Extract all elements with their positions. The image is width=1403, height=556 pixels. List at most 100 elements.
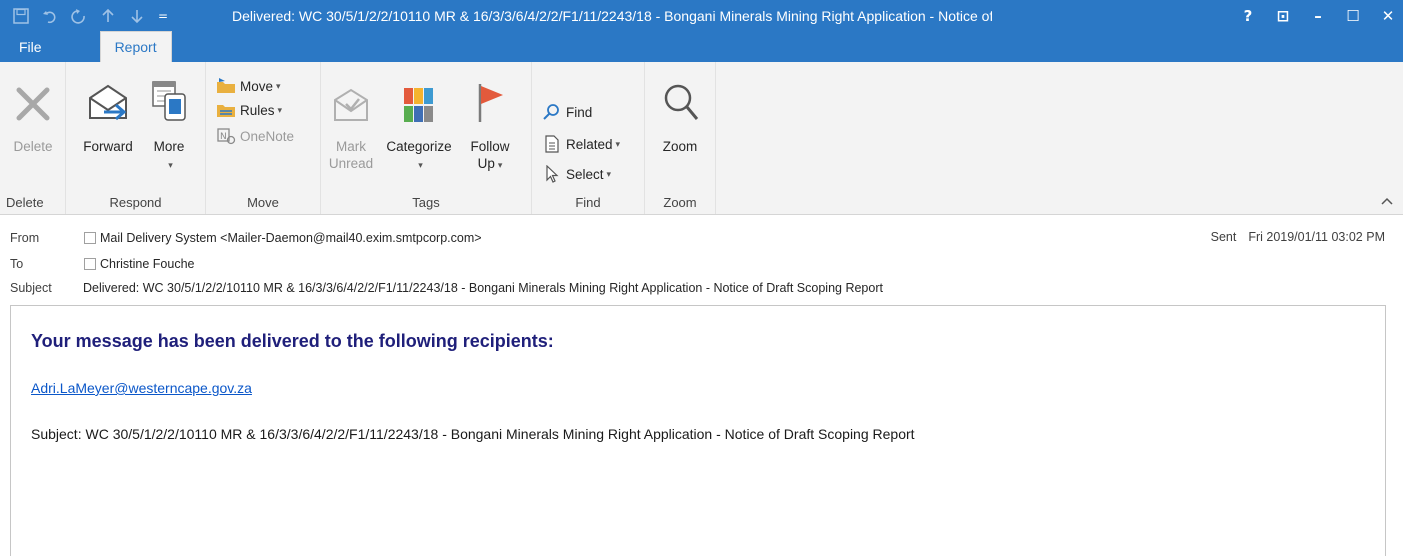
more-respond-caret: ▾ xyxy=(168,160,173,170)
redo-icon[interactable] xyxy=(67,4,91,28)
rules-button[interactable]: Rules ▾ xyxy=(216,98,282,122)
group-label-respond: Respond xyxy=(109,195,162,210)
close-icon[interactable]: ✕ xyxy=(1373,0,1403,31)
mark-unread-label-line2: Unread xyxy=(328,156,374,171)
follow-up-label-text: Up xyxy=(477,156,495,171)
help-icon[interactable]: ? xyxy=(1233,0,1263,31)
group-label-tags: Tags xyxy=(412,195,440,210)
categorize-icon xyxy=(379,68,459,124)
more-respond-button[interactable]: More ▾ xyxy=(146,68,192,174)
related-button-label: Related xyxy=(566,136,613,152)
find-button-label: Find xyxy=(566,104,593,120)
collapse-ribbon-icon[interactable] xyxy=(1381,194,1393,208)
mark-unread-envelope-icon xyxy=(327,68,375,124)
from-row: From Mail Delivery System <Mailer-Daemon… xyxy=(10,228,482,248)
ribbon-group-tags: Mark Unread Categorize ▾ Follow Up ▾ Tag… xyxy=(321,62,532,214)
mark-unread-label-line1: Mark xyxy=(336,139,366,154)
related-document-icon xyxy=(542,135,562,153)
related-button[interactable]: Related ▾ xyxy=(542,132,620,156)
tab-file[interactable]: File xyxy=(4,32,57,62)
move-caret: ▾ xyxy=(276,80,281,91)
related-caret: ▾ xyxy=(615,138,621,149)
up-arrow-icon[interactable] xyxy=(96,4,120,28)
tab-report[interactable]: Report xyxy=(99,31,172,62)
zoom-magnifier-icon xyxy=(653,68,707,124)
ribbon-tabs: File Report xyxy=(0,31,172,62)
maximize-icon[interactable]: ☐ xyxy=(1338,0,1368,31)
customize-toolbar-icon[interactable]: = xyxy=(155,4,171,28)
message-body: Your message has been delivered to the f… xyxy=(10,305,1386,556)
select-button[interactable]: Select ▾ xyxy=(542,162,611,186)
ribbon-group-respond: Forward More ▾ Respond xyxy=(66,62,206,214)
delivery-heading: Your message has been delivered to the f… xyxy=(31,331,554,351)
rules-button-label: Rules xyxy=(240,102,275,118)
window-controls: ? ⊡ – ☐ ✕ xyxy=(1228,0,1403,31)
message-subject-line: Subject: WC 30/5/1/2/2/10110 MR & 16/3/3… xyxy=(31,426,915,442)
ribbon-group-zoom: Zoom Zoom xyxy=(645,62,716,214)
follow-up-button[interactable]: Follow Up ▾ xyxy=(465,68,515,174)
find-button[interactable]: Find xyxy=(542,100,592,124)
delete-button-label: Delete xyxy=(13,139,53,154)
select-caret: ▾ xyxy=(606,168,612,179)
zoom-button[interactable]: Zoom xyxy=(653,68,707,155)
from-address: Mail Delivery System <Mailer-Daemon@mail… xyxy=(100,231,482,245)
search-icon xyxy=(542,103,562,121)
rules-icon xyxy=(216,101,236,119)
message-header: From Mail Delivery System <Mailer-Daemon… xyxy=(0,215,1403,305)
undo-icon[interactable] xyxy=(38,4,62,28)
ribbon-display-options-icon[interactable]: ⊡ xyxy=(1268,0,1298,31)
more-respond-icon xyxy=(146,68,192,124)
categorize-button[interactable]: Categorize ▾ xyxy=(379,68,459,174)
save-icon[interactable] xyxy=(9,4,33,28)
ribbon-group-move: Move ▾ Rules ▾ N OneNote Move xyxy=(206,62,321,214)
to-name: Christine Fouche xyxy=(100,257,195,271)
to-label: To xyxy=(10,257,24,271)
delete-button[interactable]: Delete xyxy=(6,68,60,155)
categorize-caret: ▾ xyxy=(418,160,423,170)
sent-value: Fri 2019/01/11 03:02 PM xyxy=(1248,230,1385,244)
ribbon: Delete Delete Forward More ▾ Respond Mov… xyxy=(0,62,1403,215)
select-button-label: Select xyxy=(566,166,604,182)
move-button-label: Move xyxy=(240,78,274,94)
subject-label: Subject xyxy=(10,281,52,295)
group-label-zoom: Zoom xyxy=(663,195,697,210)
from-label: From xyxy=(10,231,40,245)
follow-up-label-line1: Follow xyxy=(470,139,510,154)
to-value[interactable]: Christine Fouche xyxy=(84,257,195,271)
recipient-checkbox xyxy=(84,258,96,270)
down-arrow-icon[interactable] xyxy=(125,4,149,28)
forward-envelope-icon xyxy=(76,68,140,124)
move-button[interactable]: Move ▾ xyxy=(216,74,281,98)
rules-caret: ▾ xyxy=(277,104,283,115)
svg-text:N: N xyxy=(220,132,227,142)
follow-up-label-line2: Up ▾ xyxy=(465,155,515,174)
mark-unread-button[interactable]: Mark Unread xyxy=(327,68,375,172)
quick-access-toolbar: = xyxy=(0,0,171,31)
sent-label: Sent xyxy=(1210,230,1237,244)
subject-row: Subject Delivered: WC 30/5/1/2/2/10110 M… xyxy=(10,278,883,298)
group-label-find: Find xyxy=(575,195,601,210)
onenote-button[interactable]: N OneNote xyxy=(216,124,294,148)
subject-value: Delivered: WC 30/5/1/2/2/10110 MR & 16/3… xyxy=(83,281,883,295)
delete-x-icon xyxy=(6,68,60,124)
onenote-icon: N xyxy=(216,127,236,145)
forward-button-label: Forward xyxy=(83,139,133,154)
minimize-icon[interactable]: – xyxy=(1303,0,1333,31)
cursor-arrow-icon xyxy=(542,165,562,183)
ribbon-group-find: Find Related ▾ Select ▾ Find xyxy=(532,62,645,214)
ribbon-group-delete: Delete Delete xyxy=(0,62,66,214)
move-folder-icon xyxy=(216,77,236,95)
group-label-move: Move xyxy=(247,195,279,210)
zoom-button-label: Zoom xyxy=(662,139,698,154)
title-bar: = Delivered: WC 30/5/1/2/2/10110 MR & 16… xyxy=(0,0,1403,62)
sent-row: Sent Fri 2019/01/11 03:02 PM xyxy=(1211,230,1385,244)
forward-button[interactable]: Forward xyxy=(76,68,140,155)
window-title: Delivered: WC 30/5/1/2/2/10110 MR & 16/3… xyxy=(232,8,992,24)
onenote-button-label: OneNote xyxy=(240,128,295,144)
recipient-link[interactable]: Adri.LaMeyer@westerncape.gov.za xyxy=(31,380,252,396)
categorize-button-label: Categorize xyxy=(386,139,452,154)
to-row: To Christine Fouche xyxy=(10,254,195,274)
follow-up-caret: ▾ xyxy=(497,160,503,170)
from-value[interactable]: Mail Delivery System <Mailer-Daemon@mail… xyxy=(84,231,482,245)
group-label-delete: Delete xyxy=(6,195,44,210)
